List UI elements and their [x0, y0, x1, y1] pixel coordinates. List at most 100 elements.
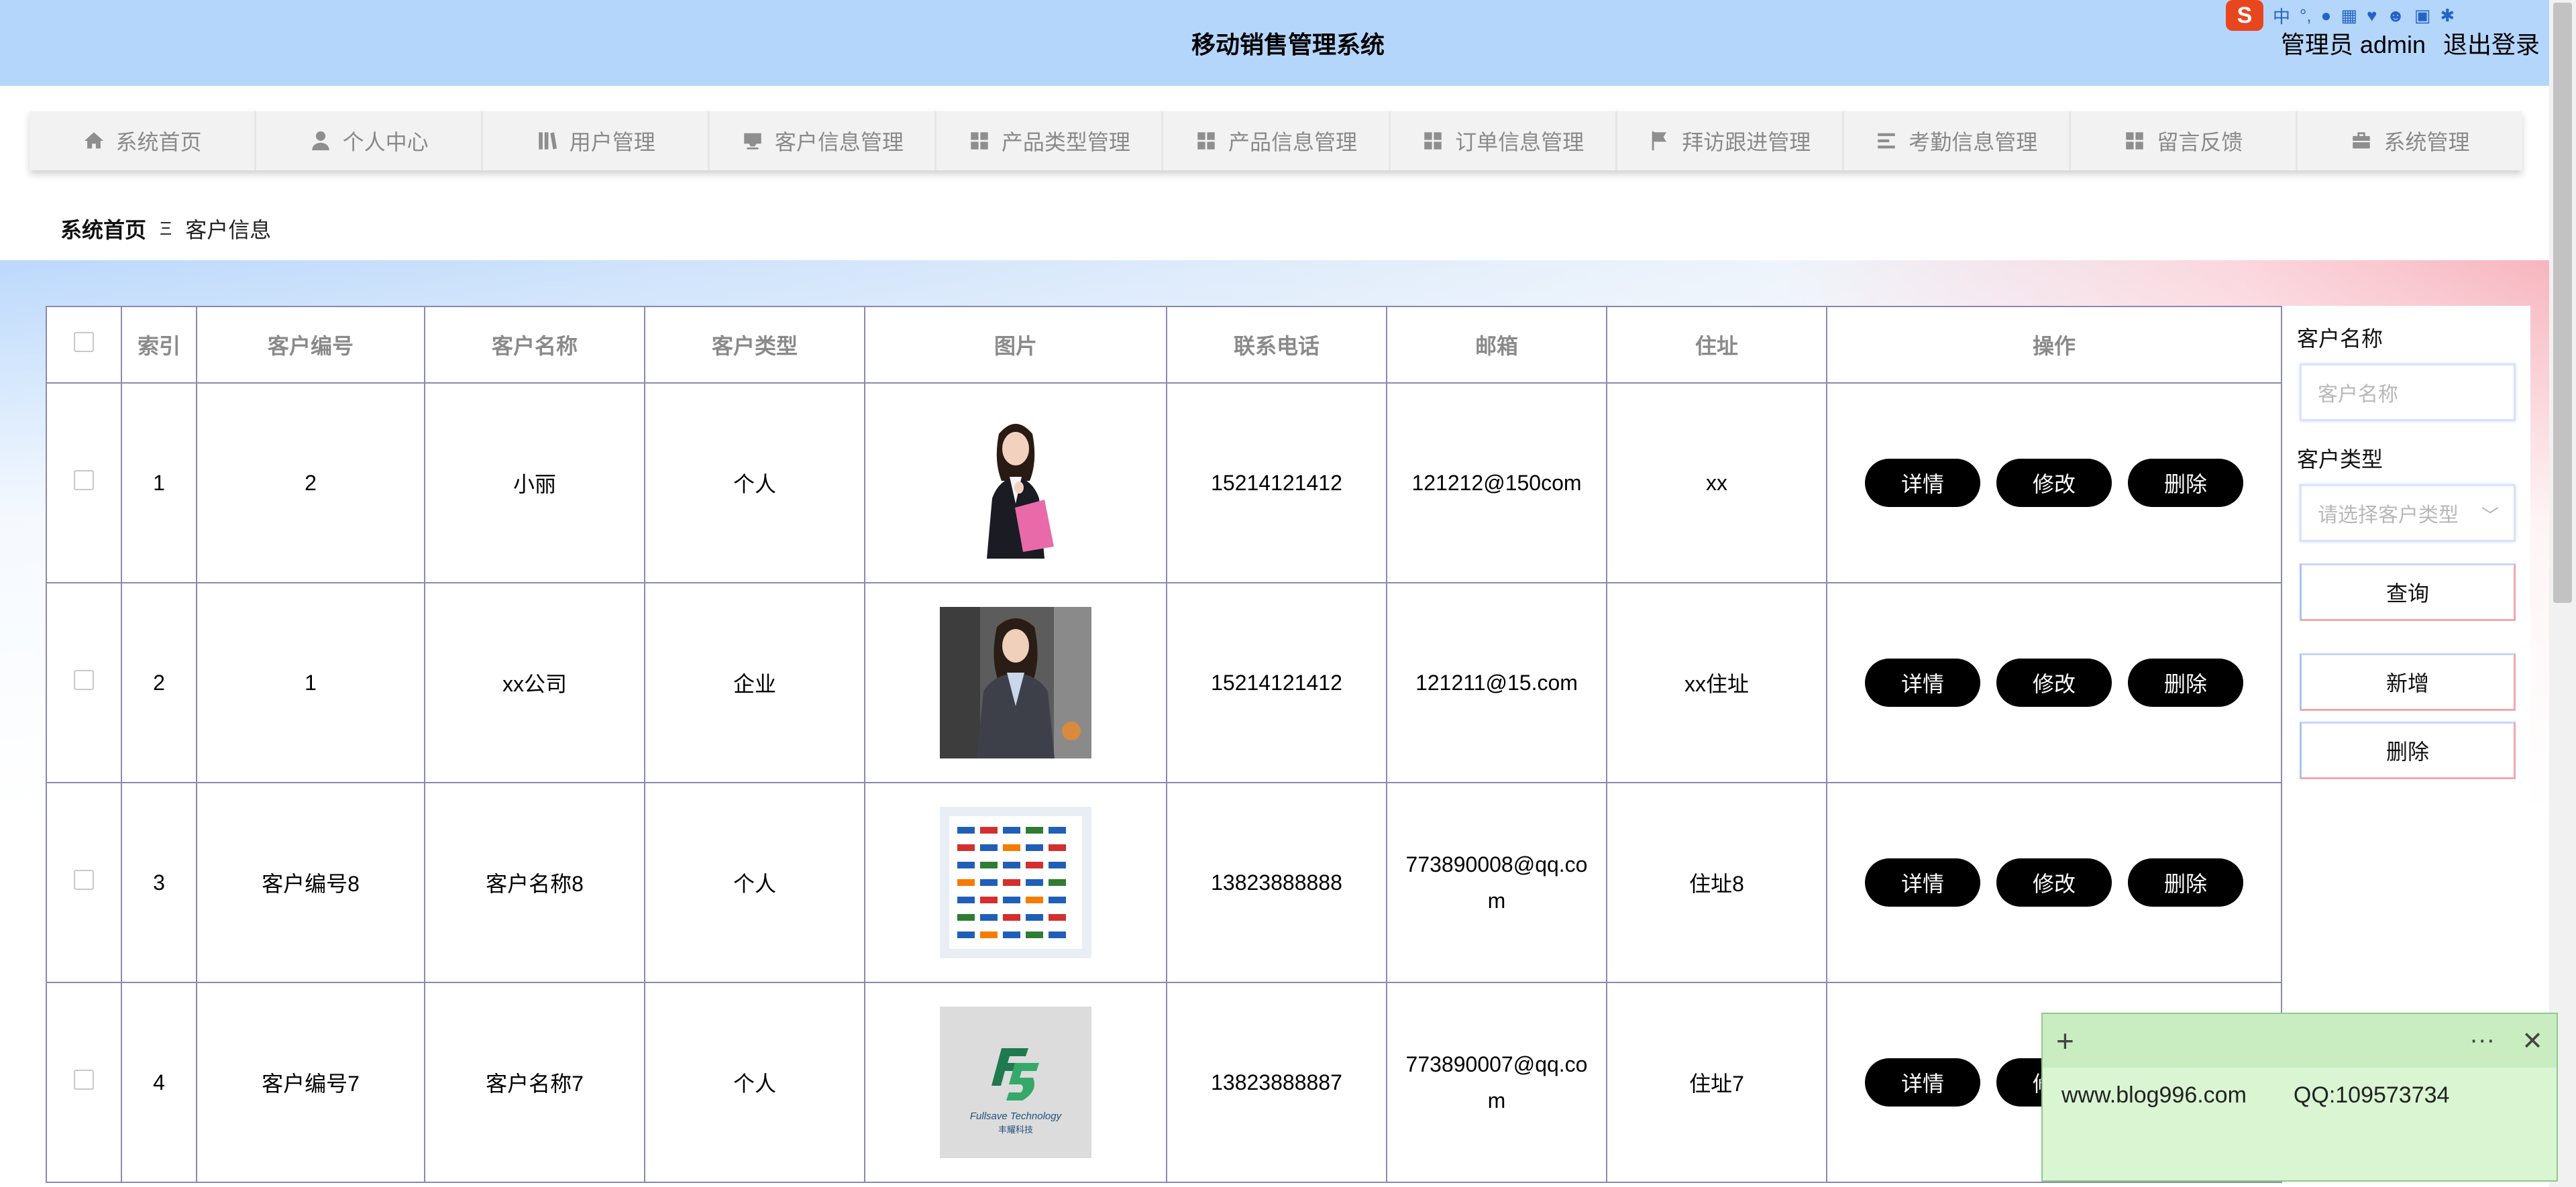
column-header: 客户名称: [424, 306, 645, 384]
detail-button[interactable]: 详情: [1865, 659, 1980, 707]
nav-item-orders[interactable]: 订单信息管理: [1390, 111, 1617, 170]
main-nav: 系统首页 个人中心 用户管理 客户信息管理 产品类型管理 产品信息管理 订单信息…: [30, 111, 2523, 170]
email-text: 121212@150com: [1411, 471, 1582, 495]
nav-item-customers[interactable]: 客户信息管理: [710, 111, 937, 170]
email-cell: 773890007@qq.com: [1386, 982, 1607, 1183]
type-filter-placeholder: 请选择客户类型: [2318, 504, 2459, 526]
flag-icon: [1652, 131, 1667, 151]
grid-tool-icon[interactable]: ▣: [2414, 5, 2431, 26]
detail-button[interactable]: 详情: [1865, 858, 1980, 907]
row-checkbox[interactable]: [74, 870, 94, 890]
search-panel: 客户名称 客户名称 客户类型 请选择客户类型 ﹀ 查询 新增 删除: [2282, 306, 2530, 1043]
nav-item-users[interactable]: 用户管理: [483, 111, 710, 170]
note-site-text: www.blog996.com: [2061, 1082, 2247, 1108]
type-cell: 个人: [644, 382, 865, 583]
code-cell: 1: [196, 582, 425, 783]
nav-item-label: 留言反馈: [2157, 130, 2243, 154]
edit-button[interactable]: 修改: [1996, 858, 2112, 907]
edit-button[interactable]: 修改: [1996, 459, 2112, 507]
detail-button[interactable]: 详情: [1865, 459, 1980, 507]
edit-button[interactable]: 修改: [1996, 659, 2112, 707]
delete-button[interactable]: 删除: [2128, 858, 2243, 907]
ime-logo-icon[interactable]: S: [2226, 0, 2263, 31]
row-select-cell: [46, 982, 122, 1183]
select-all-cell: [46, 306, 122, 384]
nav-item-products[interactable]: 产品信息管理: [1163, 111, 1391, 170]
type-filter-select[interactable]: 请选择客户类型 ﹀: [2300, 484, 2516, 542]
breadcrumb-home[interactable]: 系统首页: [60, 213, 146, 244]
add-button[interactable]: 新增: [2300, 653, 2516, 711]
name-cell: xx公司: [424, 582, 645, 783]
ime-toolbar: S 中 °, ● ▦ ♥ ☻ ▣ ✱: [2226, 0, 2455, 31]
email-text: 773890008@qq.com: [1405, 852, 1588, 913]
row-checkbox[interactable]: [74, 670, 94, 690]
sticky-note[interactable]: + ··· ✕ www.blog996.com QQ:109573734: [2041, 1013, 2558, 1182]
table-row: 3 客户编号8 客户名称8 个人 13823888888 773890008@q…: [46, 782, 2282, 983]
list-icon: [1878, 133, 1896, 149]
nav-item-product-types[interactable]: 产品类型管理: [936, 111, 1164, 170]
ime-mode[interactable]: 中: [2273, 3, 2290, 28]
query-button[interactable]: 查询: [2300, 563, 2516, 621]
note-qq-text: QQ:109573734: [2293, 1082, 2450, 1108]
shirt-icon[interactable]: ♥: [2367, 5, 2377, 26]
row-select-cell: [46, 582, 122, 783]
row-checkbox[interactable]: [74, 470, 94, 490]
logo-brand-text: Fullsave Technology: [970, 1111, 1063, 1122]
type-cell: 企业: [644, 582, 865, 783]
punct-icon[interactable]: °,: [2300, 5, 2312, 26]
customer-photo[interactable]: [940, 607, 1091, 758]
actions-cell: 详情 修改 删除: [1826, 582, 2282, 783]
nav-item-attendance[interactable]: 考勤信息管理: [1843, 111, 2071, 170]
sticky-note-body[interactable]: www.blog996.com QQ:109573734: [2043, 1068, 2557, 1123]
scrollbar-thumb[interactable]: [2553, 3, 2572, 603]
page-scrollbar[interactable]: [2549, 0, 2576, 1187]
nav-item-visits[interactable]: 拜访跟进管理: [1617, 111, 1844, 170]
grid-icon: [2126, 132, 2144, 150]
nav-item-label: 客户信息管理: [774, 130, 904, 154]
logout-link[interactable]: 退出登录: [2443, 25, 2540, 60]
select-all-checkbox[interactable]: [74, 332, 94, 352]
nav-item-system[interactable]: 系统管理: [2297, 111, 2523, 170]
mic-icon[interactable]: ●: [2321, 5, 2332, 26]
customer-photo[interactable]: [940, 807, 1091, 958]
index-cell: 3: [121, 782, 197, 983]
address-cell: 住址8: [1606, 782, 1827, 983]
nav-item-feedback[interactable]: 留言反馈: [2070, 111, 2298, 170]
column-header: 邮箱: [1386, 306, 1607, 384]
more-icon[interactable]: ···: [2469, 1026, 2495, 1056]
column-header: 索引: [121, 306, 197, 384]
nav-item-label: 产品类型管理: [1001, 130, 1130, 154]
fullsave-logo-photo: Fullsave Technology 丰耀科技: [940, 1007, 1091, 1158]
name-filter-input[interactable]: 客户名称: [2300, 363, 2516, 421]
nav-item-label: 系统管理: [2383, 130, 2470, 154]
delete-button[interactable]: 删除: [2128, 659, 2243, 707]
nav-item-label: 拜访跟进管理: [1682, 130, 1811, 154]
breadcrumb-separator-icon: Ξ: [160, 218, 172, 239]
email-text: 773890007@qq.com: [1405, 1052, 1588, 1113]
column-header: 操作: [1826, 306, 2282, 384]
settings-icon[interactable]: ✱: [2440, 5, 2455, 26]
row-checkbox[interactable]: [74, 1070, 94, 1090]
code-cell: 2: [196, 382, 425, 583]
customer-photo[interactable]: [940, 407, 1091, 559]
nav-item-label: 系统首页: [115, 130, 202, 154]
nav-item-profile[interactable]: 个人中心: [256, 111, 484, 170]
add-note-icon[interactable]: +: [2056, 1023, 2074, 1059]
emoji-icon[interactable]: ☻: [2386, 5, 2404, 26]
type-cell: 个人: [644, 982, 865, 1183]
nav-item-label: 个人中心: [342, 130, 429, 154]
image-cell: Fullsave Technology 丰耀科技: [864, 982, 1167, 1183]
row-select-cell: [46, 782, 122, 983]
nav-item-label: 考勤信息管理: [1909, 130, 2038, 154]
customer-photo[interactable]: Fullsave Technology 丰耀科技: [940, 1007, 1091, 1158]
keyboard-icon[interactable]: ▦: [2341, 5, 2357, 26]
library-icon: [538, 132, 557, 150]
nav-item-home[interactable]: 系统首页: [30, 111, 257, 170]
actions-cell: 详情 修改 删除: [1826, 782, 2282, 983]
delete-button[interactable]: 删除: [2128, 459, 2243, 507]
table-row: 4 客户编号7 客户名称7 个人 Fullsave Technology 丰耀科…: [46, 982, 2282, 1183]
close-icon[interactable]: ✕: [2522, 1026, 2543, 1056]
code-cell: 客户编号8: [196, 782, 425, 983]
batch-delete-button[interactable]: 删除: [2300, 722, 2516, 779]
detail-button[interactable]: 详情: [1865, 1058, 1980, 1107]
